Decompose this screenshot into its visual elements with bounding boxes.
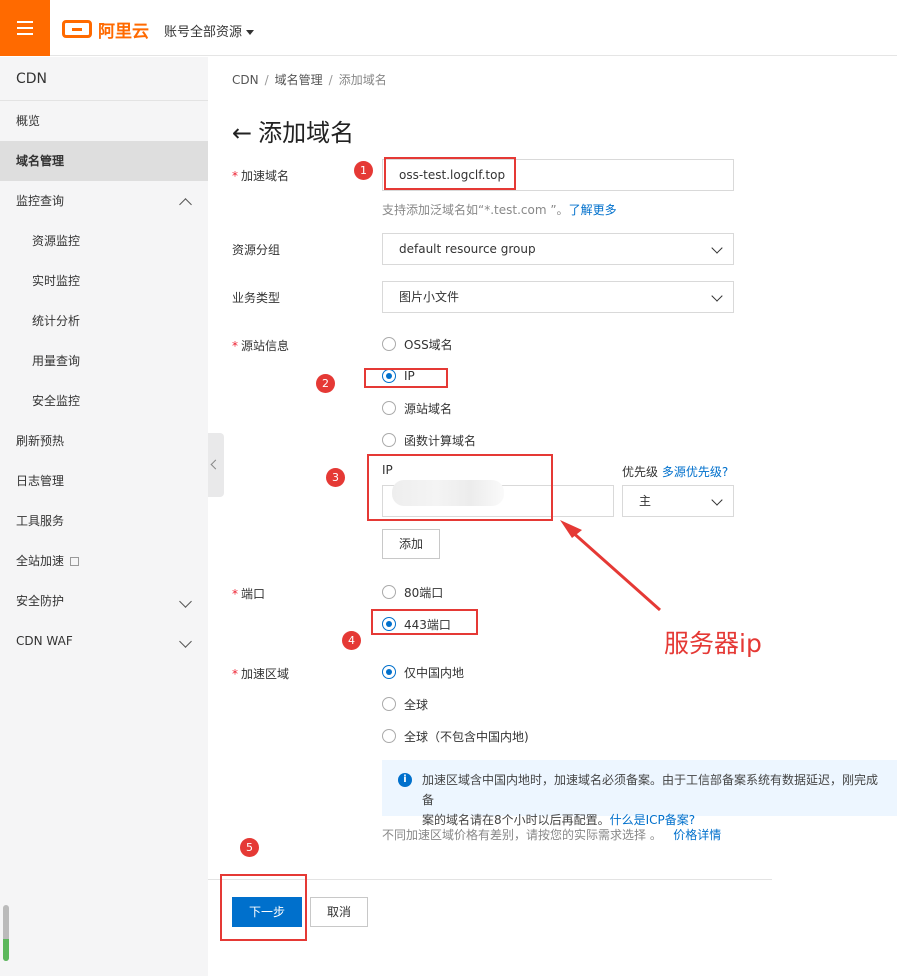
external-link-icon [70, 557, 80, 566]
annotation-number-1: 1 [354, 161, 373, 180]
origin-label: * 源站信息 [232, 339, 290, 353]
scroll-indicator[interactable] [3, 905, 9, 961]
chevron-down-icon [179, 595, 192, 608]
radio-checked-icon [382, 665, 396, 679]
logo-text: 阿里云 [98, 21, 149, 42]
priority-help-link[interactable]: 多源优先级? [662, 465, 728, 479]
annotation-box-5 [220, 874, 307, 941]
origin-option-domain[interactable]: 源站域名 [382, 400, 452, 416]
chevron-down-icon [179, 635, 192, 648]
info-icon: i [398, 773, 412, 787]
priority-label: 优先级 多源优先级? [622, 465, 729, 479]
icp-link[interactable]: 什么是ICP备案? [610, 813, 696, 827]
radio-icon [382, 337, 396, 351]
sidebar-item-cdn-waf[interactable]: CDN WAF [0, 621, 208, 661]
cancel-button[interactable]: 取消 [310, 897, 368, 927]
caret-down-icon [246, 30, 255, 35]
domain-label: * 加速域名 [232, 169, 290, 183]
sidebar: CDN 概览 域名管理 监控查询 资源监控 实时监控 统计分析 用量查询 安全监… [0, 57, 208, 976]
account-label: 账号全部资源 [164, 25, 243, 40]
origin-option-oss[interactable]: OSS域名 [382, 336, 453, 352]
breadcrumb-cdn[interactable]: CDN [232, 73, 259, 87]
region-label: * 加速区域 [232, 667, 290, 681]
sidebar-item-security-monitoring[interactable]: 安全监控 [0, 381, 208, 421]
radio-icon [382, 697, 396, 711]
resource-group-select[interactable]: default resource group [382, 233, 734, 265]
aliyun-logo[interactable]: 阿里云 [62, 18, 149, 42]
add-origin-button[interactable]: 添加 [382, 529, 440, 559]
icp-notice: i 加速区域含中国内地时，加速域名必须备案。由于工信部备案系统有数据延迟，刚完成… [382, 760, 897, 827]
business-type-label: 业务类型 [232, 291, 281, 305]
page-title: ← 添加域名 [232, 113, 354, 148]
annotation-box-1 [384, 157, 516, 190]
radio-icon [382, 433, 396, 447]
priority-select[interactable]: 主 [622, 485, 734, 517]
account-resource-dropdown[interactable]: 账号全部资源 [164, 21, 255, 40]
sidebar-item-label: 全站加速 [16, 554, 65, 568]
annotation-number-4: 4 [342, 631, 361, 650]
business-type-select[interactable]: 图片小文件 [382, 281, 734, 313]
domain-hint: 支持添加泛域名如“*.test.com ”。了解更多 [382, 203, 617, 217]
chevron-down-icon [711, 290, 723, 302]
sidebar-item-label: 安全防护 [16, 594, 65, 608]
port-label: * 端口 [232, 587, 266, 601]
annotation-number-2: 2 [316, 374, 335, 393]
chevron-down-icon [711, 242, 723, 254]
annotation-box-2 [364, 368, 448, 388]
learn-more-link[interactable]: 了解更多 [569, 203, 617, 217]
radio-icon [382, 401, 396, 415]
sidebar-item-usage-query[interactable]: 用量查询 [0, 341, 208, 381]
price-details-link[interactable]: 价格详情 [673, 828, 721, 842]
sidebar-item-domain-management[interactable]: 域名管理 [0, 141, 208, 181]
resource-group-label: 资源分组 [232, 243, 281, 257]
annotation-arrow-icon [560, 520, 661, 612]
sidebar-item-resource-monitoring[interactable]: 资源监控 [0, 221, 208, 261]
sidebar-item-statistics[interactable]: 统计分析 [0, 301, 208, 341]
sidebar-item-tools[interactable]: 工具服务 [0, 501, 208, 541]
sidebar-item-realtime-monitoring[interactable]: 实时监控 [0, 261, 208, 301]
annotation-box-4 [371, 609, 478, 635]
region-option-global-ex-mainland[interactable]: 全球（不包含中国内地) [382, 728, 529, 744]
sidebar-item-overview[interactable]: 概览 [0, 101, 208, 141]
sidebar-item-label: 监控查询 [16, 194, 65, 208]
notice-line-1: 加速区域含中国内地时，加速域名必须备案。由于工信部备案系统有数据延迟，刚完成备 [422, 773, 879, 807]
port-option-80[interactable]: 80端口 [382, 584, 443, 600]
region-option-mainland[interactable]: 仅中国内地 [382, 664, 464, 680]
logo-mark-icon [62, 20, 92, 38]
radio-icon [382, 585, 396, 599]
breadcrumb: CDN / 域名管理 / 添加域名 [232, 73, 387, 87]
sidebar-title: CDN [0, 57, 208, 101]
breadcrumb-current: 添加域名 [338, 73, 387, 87]
sidebar-item-security-protection[interactable]: 安全防护 [0, 581, 208, 621]
back-arrow-icon[interactable]: ← [232, 119, 252, 147]
top-bar: 阿里云 账号全部资源 [0, 0, 897, 56]
sidebar-item-log-management[interactable]: 日志管理 [0, 461, 208, 501]
sidebar-item-refresh-prefetch[interactable]: 刷新预热 [0, 421, 208, 461]
origin-option-fc[interactable]: 函数计算域名 [382, 432, 476, 448]
chevron-down-icon [711, 494, 723, 506]
radio-icon [382, 729, 396, 743]
sidebar-item-monitoring[interactable]: 监控查询 [0, 181, 208, 221]
region-option-global[interactable]: 全球 [382, 696, 428, 712]
breadcrumb-domain-management[interactable]: 域名管理 [275, 73, 323, 87]
annotation-number-5: 5 [240, 838, 259, 857]
annotation-box-3 [367, 454, 553, 521]
page-title-text: 添加域名 [258, 119, 355, 147]
chevron-up-icon [179, 198, 192, 211]
menu-icon[interactable] [0, 0, 50, 56]
annotation-caption: 服务器ip [664, 629, 762, 658]
price-hint: 不同加速区域价格有差别，请按您的实际需求选择 。 价格详情 [382, 828, 722, 842]
sidebar-collapse-handle[interactable] [208, 433, 224, 497]
annotation-number-3: 3 [326, 468, 345, 487]
sidebar-item-label: CDN WAF [16, 634, 73, 648]
sidebar-item-dcdn[interactable]: 全站加速 [0, 541, 208, 581]
